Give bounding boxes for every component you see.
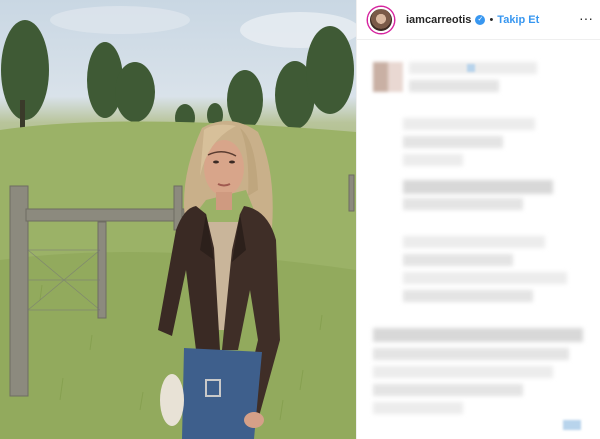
- post-photo[interactable]: [0, 0, 356, 439]
- post-header: iamcarreotis ✓ • Takip Et ···: [357, 0, 600, 40]
- blurred-fragment: [563, 420, 581, 430]
- more-options-icon[interactable]: ···: [579, 11, 593, 25]
- post-panel: iamcarreotis ✓ • Takip Et ···: [356, 0, 600, 439]
- commenter-avatar-blurred: [373, 62, 403, 92]
- blurred-line: [409, 80, 499, 92]
- blurred-line: [373, 384, 523, 396]
- profile-avatar[interactable]: [368, 6, 394, 33]
- blurred-line: [403, 154, 463, 166]
- verified-badge-icon: ✓: [475, 14, 486, 25]
- blurred-line: [403, 180, 553, 194]
- blurred-line: [373, 402, 463, 414]
- blurred-line: [403, 272, 567, 284]
- blurred-line: [373, 348, 569, 360]
- blurred-line: [403, 254, 513, 266]
- follow-button[interactable]: Takip Et: [497, 14, 539, 26]
- photo-scene: [0, 6, 356, 439]
- blurred-fragment: [467, 64, 475, 72]
- separator-dot: •: [489, 13, 494, 26]
- blurred-line: [373, 366, 553, 378]
- blurred-line: [373, 328, 583, 342]
- blurred-line: [403, 236, 545, 248]
- blurred-line: [403, 290, 533, 302]
- blurred-line: [403, 118, 535, 130]
- username-link[interactable]: iamcarreotis: [406, 14, 471, 26]
- blurred-line: [403, 136, 503, 148]
- blurred-line: [403, 198, 523, 210]
